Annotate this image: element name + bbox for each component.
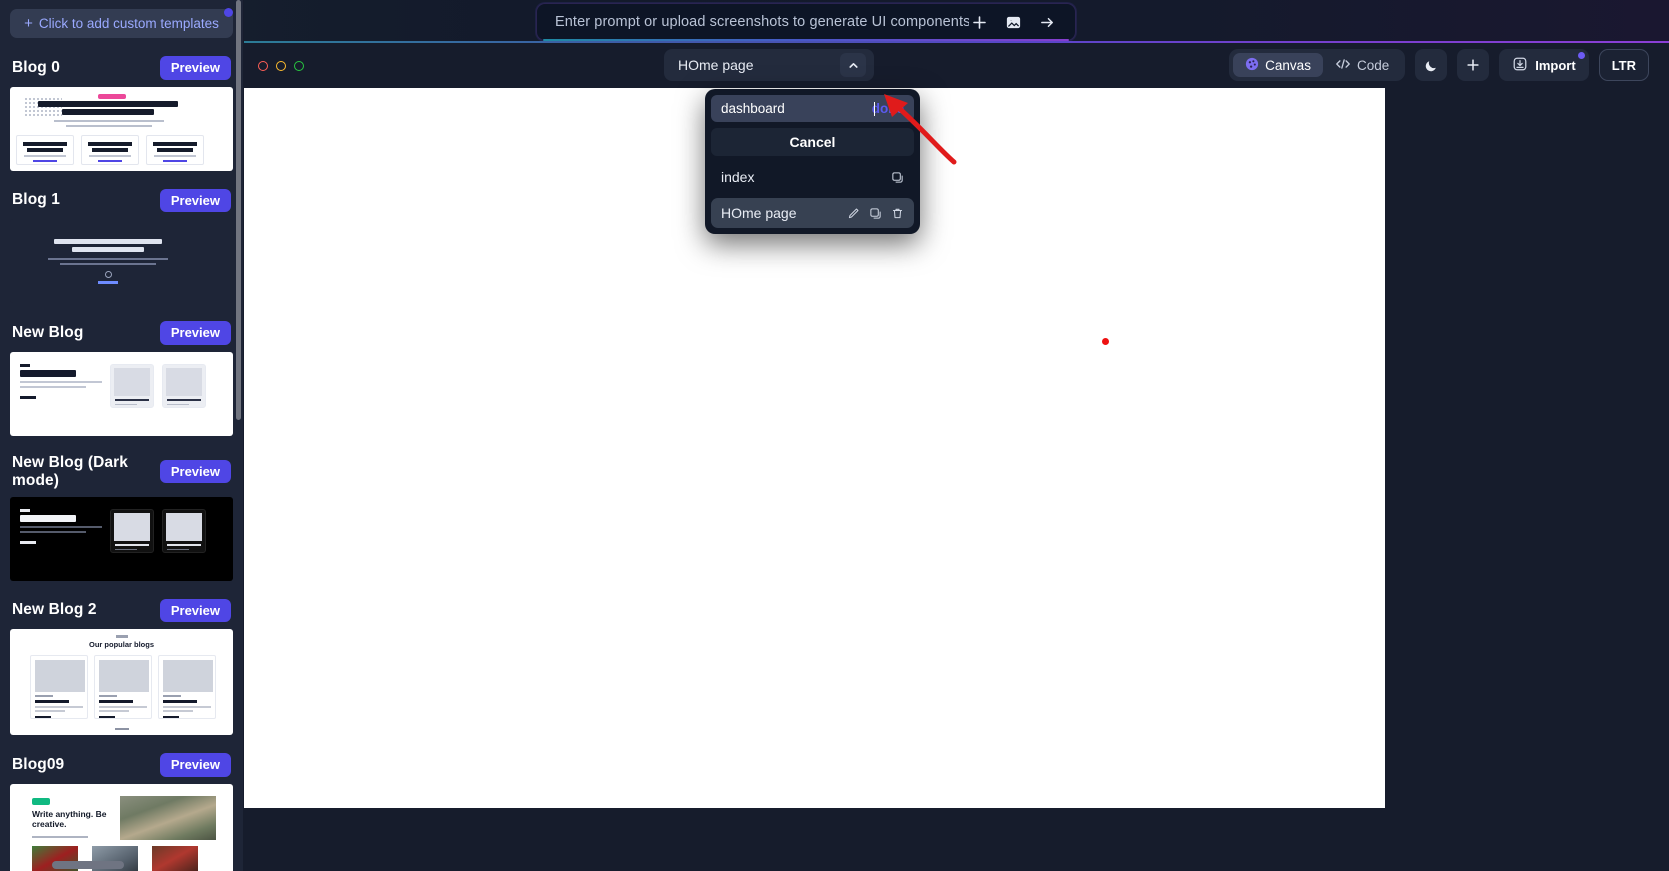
copy-icon[interactable] <box>868 206 882 220</box>
template-header: New Blog (Dark mode) Preview <box>10 454 233 497</box>
tab-canvas[interactable]: Canvas <box>1233 53 1323 77</box>
sidebar-scrollbar[interactable] <box>236 0 241 420</box>
page-manager-popup: dashboard done Cancel index HOme page <box>705 89 920 234</box>
delete-icon[interactable] <box>890 206 904 220</box>
page-selector[interactable]: HOme page <box>664 49 874 81</box>
text-direction-label: LTR <box>1611 57 1636 73</box>
page-name-input[interactable]: dashboard done <box>711 95 914 122</box>
template-title: New Blog 2 <box>12 601 97 619</box>
preview-button[interactable]: Preview <box>159 188 231 213</box>
page-list-item-home-page[interactable]: HOme page <box>711 198 914 228</box>
horizontal-scrollbar[interactable] <box>52 861 124 869</box>
text-direction-button[interactable]: LTR <box>1598 49 1649 81</box>
editor-tools: Canvas Code Import LTR <box>1229 49 1649 81</box>
thumb-headline: Our popular blogs <box>89 640 154 650</box>
template-card: New Blog Preview <box>10 321 233 436</box>
plus-icon: + <box>24 15 33 32</box>
page-name-label: HOme page <box>721 205 797 221</box>
preview-button[interactable]: Preview <box>159 598 231 623</box>
add-custom-templates-label: Click to add custom templates <box>38 16 219 31</box>
preview-button[interactable]: Preview <box>159 56 231 80</box>
import-badge-dot <box>1577 52 1585 59</box>
template-thumbnail[interactable] <box>10 496 233 581</box>
app-root: Enter prompt or upload screenshots to ge… <box>0 0 1669 871</box>
template-thumbnail[interactable] <box>10 219 233 304</box>
editor-window: HOme page Canvas Code Import LTR <box>244 43 1669 871</box>
page-selector-label: HOme page <box>678 57 754 73</box>
view-mode-toggle: Canvas Code <box>1229 49 1406 81</box>
palette-icon <box>1245 57 1259 74</box>
editor-toolbar: HOme page Canvas Code Import LTR <box>244 43 1669 88</box>
import-button[interactable]: Import <box>1499 49 1589 81</box>
canvas-area <box>244 88 1669 871</box>
template-title: Blog 0 <box>12 58 60 76</box>
template-thumbnail[interactable]: Write anything. Be creative. <box>10 783 233 871</box>
send-arrow-icon[interactable] <box>1037 12 1057 32</box>
template-title: Blog 1 <box>12 191 60 209</box>
preview-button[interactable]: Preview <box>159 459 231 484</box>
prompt-input-shell[interactable]: Enter prompt or upload screenshots to ge… <box>536 3 1076 41</box>
thumb-headline: Write anything. Be creative. <box>32 808 107 829</box>
add-page-button[interactable] <box>1457 49 1490 81</box>
tab-code-label: Code <box>1356 57 1390 73</box>
preview-button[interactable]: Preview <box>159 753 231 777</box>
chevron-up-icon[interactable] <box>840 53 866 77</box>
minimize-window-button[interactable] <box>276 60 286 71</box>
import-label: Import <box>1535 57 1576 73</box>
tab-code[interactable]: Code <box>1323 53 1401 77</box>
done-button[interactable]: done <box>872 101 904 116</box>
code-icon <box>1335 57 1351 74</box>
notification-dot <box>224 8 233 17</box>
page-name-label: index <box>721 169 755 185</box>
template-title: New Blog (Dark mode) <box>12 453 128 489</box>
template-title: New Blog <box>12 323 84 341</box>
template-card: Blog 1 Preview <box>10 188 233 304</box>
template-thumbnail[interactable] <box>10 351 233 436</box>
template-header: New Blog Preview <box>10 321 233 352</box>
preview-button[interactable]: Preview <box>159 321 231 345</box>
window-controls <box>258 60 304 71</box>
page-row-actions <box>890 170 904 184</box>
tab-canvas-label: Canvas <box>1265 57 1311 73</box>
prompt-input[interactable]: Enter prompt or upload screenshots to ge… <box>537 14 969 30</box>
add-custom-templates-button[interactable]: + Click to add custom templates <box>10 9 233 38</box>
prompt-actions <box>969 12 1075 32</box>
template-header: Blog 1 Preview <box>10 188 233 220</box>
page-list-item-index[interactable]: index <box>711 162 914 192</box>
page-name-value[interactable]: dashboard <box>721 101 875 116</box>
template-header: Blog09 Preview <box>10 753 233 784</box>
template-card: New Blog 2 Preview Our popular blogs <box>10 598 233 736</box>
canvas-marker-dot <box>1102 338 1109 345</box>
template-thumbnail[interactable] <box>10 86 233 171</box>
template-header: Blog 0 Preview <box>10 56 233 87</box>
close-window-button[interactable] <box>258 60 268 71</box>
template-card: Blog09 Preview Write anything. Be creati… <box>10 753 233 871</box>
top-prompt-bar: Enter prompt or upload screenshots to ge… <box>0 0 1669 43</box>
page-row-actions <box>846 206 904 220</box>
edit-icon[interactable] <box>846 206 860 220</box>
template-card: New Blog (Dark mode) Preview <box>10 454 233 581</box>
template-header: New Blog 2 Preview <box>10 598 233 630</box>
import-icon <box>1512 56 1528 75</box>
template-thumbnail[interactable]: Our popular blogs <box>10 629 233 736</box>
template-title: Blog09 <box>12 755 65 773</box>
image-icon[interactable] <box>1003 12 1023 32</box>
maximize-window-button[interactable] <box>294 60 304 71</box>
templates-sidebar: + Click to add custom templates Blog 0 P… <box>0 0 244 871</box>
cancel-button[interactable]: Cancel <box>711 128 914 156</box>
plus-icon[interactable] <box>969 12 989 32</box>
moon-icon[interactable] <box>1415 49 1448 81</box>
copy-icon[interactable] <box>890 170 904 184</box>
template-card: Blog 0 Preview <box>10 56 233 171</box>
